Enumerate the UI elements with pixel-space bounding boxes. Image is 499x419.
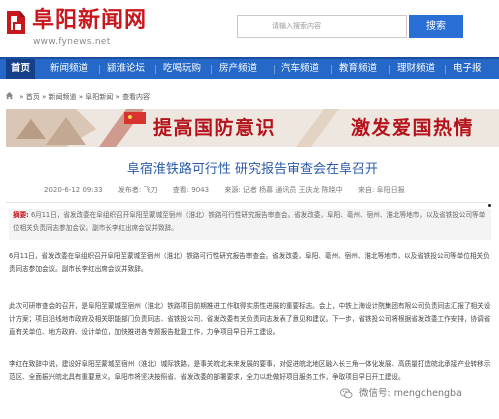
article-meta: 2020-6-12 09:33 发布者: 飞刀 查看: 9043 来源: 记者 … — [44, 186, 418, 195]
nav-item-auto[interactable]: 汽车频道 — [281, 59, 319, 79]
nav-item-forum[interactable]: 颍淮论坛 — [107, 59, 145, 79]
nav-item-finance[interactable]: 理财频道 — [397, 59, 435, 79]
nav-separator — [155, 65, 156, 74]
site-name: 阜阳新闻网 — [32, 8, 148, 33]
meta-source: 来源: 记者 杨慕 通讯员 王庆龙 陈晓中 — [224, 186, 343, 194]
home-icon[interactable] — [5, 91, 17, 102]
nav-item-house[interactable]: 房产频道 — [219, 59, 257, 79]
meta-views: 查看: 9043 — [172, 186, 210, 194]
nav-separator — [211, 65, 212, 74]
article-abstract: 摘要: 6月11日，省发改委在阜组织召开阜阳至蒙城至宿州（淮北）铁路可行性研究报… — [9, 209, 491, 240]
main-nav: 首页 新闻频道 颍淮论坛 吃喝玩购 房产频道 汽车频道 教育频道 理财频道 电子… — [0, 57, 499, 79]
nav-separator — [99, 65, 100, 74]
nav-item-home[interactable]: 首页 — [6, 59, 36, 79]
breadcrumb-home[interactable]: 首页 — [26, 92, 40, 102]
wechat-watermark: 微信号: mengchengba — [340, 387, 462, 401]
nav-item-epaper[interactable]: 电子报 — [453, 59, 482, 79]
nav-item-news[interactable]: 新闻频道 — [50, 59, 88, 79]
breadcrumb-sep: » — [19, 92, 24, 101]
abstract-label: 摘要: — [13, 211, 29, 219]
breadcrumb-sep: » — [42, 92, 47, 101]
site-header: 阜阳新闻网 www.fynews.net 请输入搜索内容 搜索 — [0, 0, 499, 54]
divider — [6, 202, 488, 203]
breadcrumb-sep: » — [115, 92, 120, 101]
nav-separator — [274, 65, 275, 74]
breadcrumb-news-channel[interactable]: 新闻频道 — [49, 92, 77, 102]
article-paragraph: 6月11日，省发改委在阜组织召开阜阳至蒙城至宿州（淮北）铁路可行性研究报告审查会… — [9, 252, 490, 274]
wechat-icon — [340, 388, 353, 399]
nav-separator — [445, 65, 446, 74]
banner-text-left: 提高国防意识 — [153, 117, 277, 139]
meta-date: 2020-6-12 09:33 — [44, 186, 103, 194]
nav-separator — [331, 65, 332, 74]
breadcrumb-fuyang-news[interactable]: 阜阳新闻 — [85, 92, 113, 102]
search-input[interactable]: 请输入搜索内容 — [237, 15, 407, 38]
banner-text-right: 激发爱国热情 — [351, 117, 475, 139]
breadcrumb-sep: » — [78, 92, 84, 101]
search-button[interactable]: 搜索 — [409, 15, 463, 38]
logo-mark-icon — [7, 11, 25, 34]
breadcrumb: » 首页 » 新闻频道 » 阜阳新闻 » 查看内容 — [5, 91, 150, 103]
meta-origin[interactable]: 来自: 阜阳日报 — [358, 186, 405, 194]
article-paragraph: 此次可研审查会的召开，是阜阳至蒙城至宿州（淮北）铁路项目前期推进工作取得实质性进… — [9, 302, 491, 337]
watermark-text: 微信号: mengchengba — [359, 388, 462, 399]
site-url: www.fynews.net — [33, 37, 111, 47]
nav-item-food[interactable]: 吃喝玩购 — [163, 59, 201, 79]
site-logo[interactable]: 阜阳新闻网 www.fynews.net — [5, 7, 205, 51]
nav-item-edu[interactable]: 教育频道 — [339, 59, 377, 79]
nav-separator — [389, 65, 390, 74]
article-title: 阜宿淮铁路可行性 研究报告审查会在阜召开 — [126, 162, 379, 177]
meta-publisher[interactable]: 发布者: 飞刀 — [118, 186, 158, 194]
abstract-text: 6月11日，省发改委在阜组织召开阜阳至蒙城至宿州（淮北）铁路可行性研究报告审查会… — [13, 211, 486, 232]
promo-banner[interactable]: 提高国防意识 激发爱国热情 — [6, 109, 499, 147]
breadcrumb-current: 查看内容 — [122, 92, 151, 101]
bullet-dot — [488, 204, 491, 207]
